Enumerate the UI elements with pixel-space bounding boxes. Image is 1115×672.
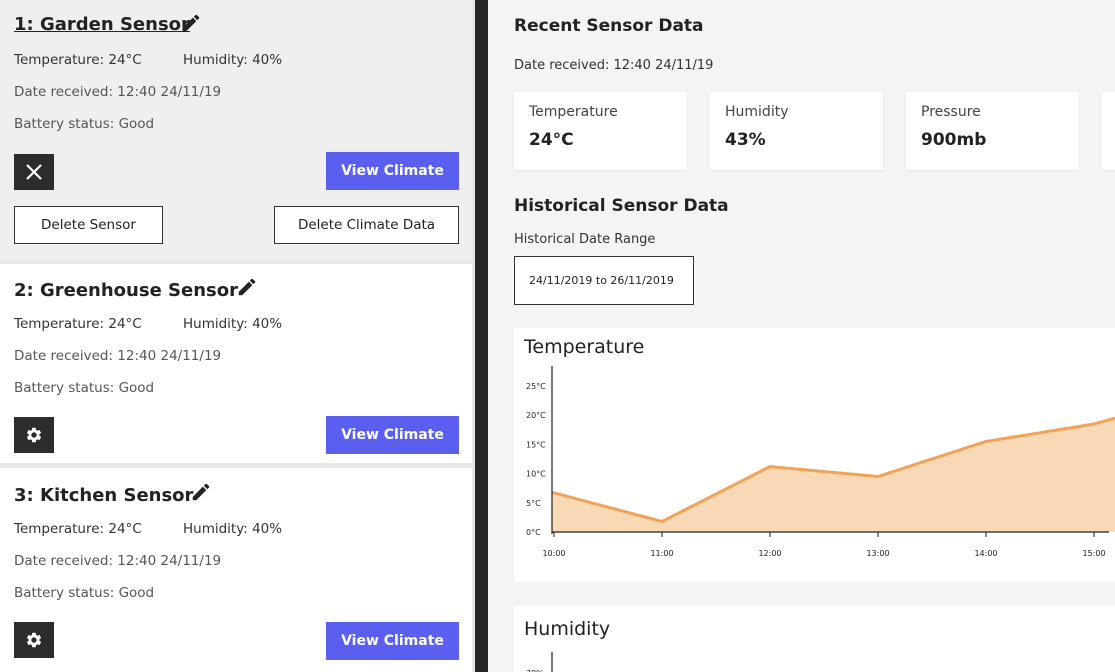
view-climate-button[interactable]: View Climate bbox=[326, 416, 459, 454]
stat-card-humidity: Humidity 43% bbox=[710, 92, 883, 170]
gear-icon bbox=[26, 632, 42, 648]
panel-divider[interactable] bbox=[475, 0, 488, 672]
humidity-chart: 70% bbox=[526, 652, 553, 672]
date-received: Date received: 12:40 24/11/19 bbox=[14, 84, 222, 100]
sensor-list-panel: 1: Garden Sensor Temperature: 24°C Humid… bbox=[0, 0, 475, 672]
stat-card-partial bbox=[1102, 92, 1115, 170]
stat-value: 900mb bbox=[921, 130, 987, 150]
historical-range-label: Historical Date Range bbox=[514, 232, 656, 247]
view-climate-button[interactable]: View Climate bbox=[326, 152, 459, 190]
recent-data-title: Recent Sensor Data bbox=[514, 16, 704, 36]
pencil-icon[interactable] bbox=[236, 276, 258, 298]
x-tick-label: 10:00 bbox=[542, 549, 565, 558]
stat-label: Pressure bbox=[921, 104, 981, 120]
humidity-reading: Humidity: 40% bbox=[183, 316, 283, 332]
temperature-reading: Temperature: 24°C bbox=[14, 521, 142, 537]
stat-card-temperature: Temperature 24°C bbox=[514, 92, 687, 170]
battery-status: Battery status: Good bbox=[14, 116, 155, 132]
date-received: Date received: 12:40 24/11/19 bbox=[14, 553, 222, 569]
gear-icon bbox=[26, 427, 42, 443]
x-tick-label: 12:00 bbox=[758, 549, 781, 558]
settings-button[interactable] bbox=[14, 622, 54, 658]
stat-label: Temperature bbox=[529, 104, 618, 120]
sensor-title[interactable]: 3: Kitchen Sensor bbox=[14, 485, 193, 506]
y-tick-label: 10°C bbox=[526, 470, 546, 479]
temperature-reading: Temperature: 24°C bbox=[14, 52, 142, 68]
y-tick-label: 25°C bbox=[526, 382, 546, 391]
stat-card-pressure: Pressure 900mb bbox=[906, 92, 1079, 170]
temperature-chart-panel: Temperature 0°C 5°C 10°C 15°C 20°C 25°C 10:00 1… bbox=[514, 328, 1115, 582]
humidity-reading: Humidity: 40% bbox=[183, 52, 283, 68]
stat-label: Humidity bbox=[725, 104, 789, 120]
date-received: Date received: 12:40 24/11/19 bbox=[14, 348, 222, 364]
sensor-card-kitchen[interactable]: 3: Kitchen Sensor Temperature: 24°C Humi… bbox=[0, 468, 472, 672]
sensor-card-greenhouse[interactable]: 2: Greenhouse Sensor Temperature: 24°C H… bbox=[0, 264, 472, 463]
x-tick-label: 14:00 bbox=[974, 549, 997, 558]
y-tick-label: 15°C bbox=[526, 440, 546, 449]
sensor-card-garden[interactable]: 1: Garden Sensor Temperature: 24°C Humid… bbox=[0, 0, 472, 259]
y-tick-label: 5°C bbox=[526, 499, 541, 508]
temperature-reading: Temperature: 24°C bbox=[14, 316, 142, 332]
historical-data-title: Historical Sensor Data bbox=[514, 196, 729, 216]
x-tick-label: 15:00 bbox=[1082, 549, 1105, 558]
delete-sensor-button[interactable]: Delete Sensor bbox=[14, 206, 163, 244]
pencil-icon[interactable] bbox=[180, 12, 202, 34]
stat-value: 43% bbox=[725, 130, 766, 150]
date-range-input[interactable]: 24/11/2019 to 26/11/2019 bbox=[514, 256, 694, 305]
settings-button[interactable] bbox=[14, 417, 54, 453]
close-icon bbox=[26, 164, 42, 180]
sensor-detail-panel: Recent Sensor Data Date received: 12:40 … bbox=[488, 0, 1115, 672]
temperature-chart: 0°C 5°C 10°C 15°C 20°C 25°C 10:00 11:00 12:00 13:… bbox=[526, 366, 1115, 558]
view-climate-button[interactable]: View Climate bbox=[326, 622, 459, 660]
humidity-reading: Humidity: 40% bbox=[183, 521, 283, 537]
battery-status: Battery status: Good bbox=[14, 585, 155, 601]
battery-status: Battery status: Good bbox=[14, 380, 155, 396]
recent-date-received: Date received: 12:40 24/11/19 bbox=[514, 58, 714, 73]
y-tick-label: 20°C bbox=[526, 411, 546, 420]
sensor-title[interactable]: 2: Greenhouse Sensor bbox=[14, 280, 238, 301]
humidity-chart-panel: Humidity 70% bbox=[514, 606, 1115, 672]
pencil-icon[interactable] bbox=[190, 481, 212, 503]
x-tick-label: 13:00 bbox=[866, 549, 889, 558]
close-button[interactable] bbox=[14, 154, 54, 190]
y-tick-label: 0°C bbox=[526, 528, 541, 537]
sensor-title[interactable]: 1: Garden Sensor bbox=[14, 14, 190, 35]
stat-value: 24°C bbox=[529, 130, 574, 150]
delete-climate-data-button[interactable]: Delete Climate Data bbox=[274, 206, 459, 244]
x-tick-label: 11:00 bbox=[650, 549, 673, 558]
